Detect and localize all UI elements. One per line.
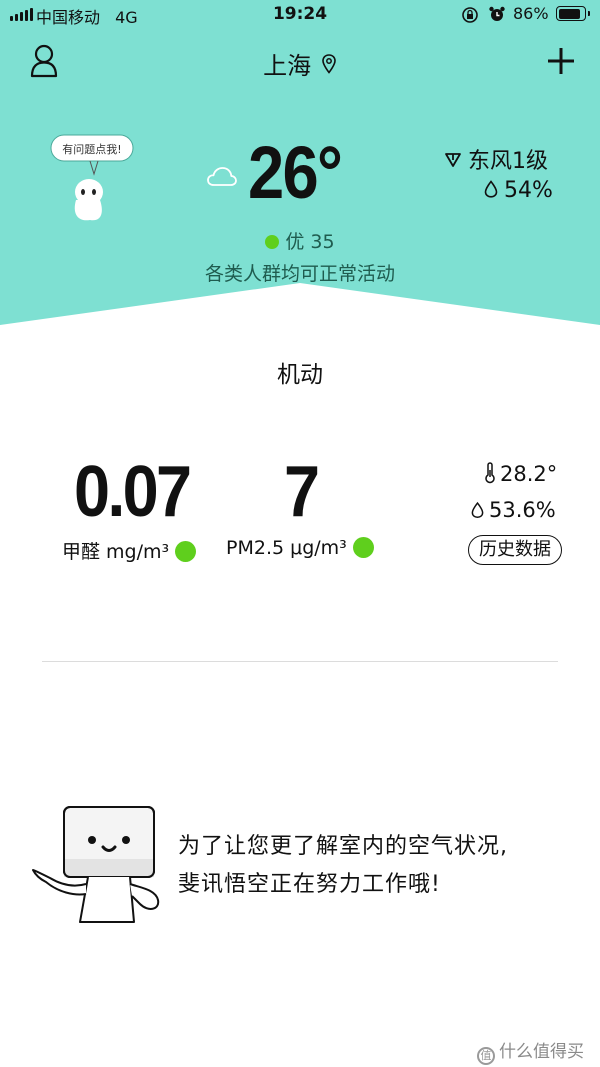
section-divider: [42, 661, 558, 662]
cloud-icon: [207, 167, 237, 186]
city-name: 上海: [263, 52, 312, 80]
indoor-temp-value: 28.2°: [500, 462, 558, 486]
wukong-robot-illustration: [32, 806, 160, 923]
watermark-badge: 值: [477, 1047, 495, 1065]
rotation-lock-icon: [462, 7, 478, 23]
aqi-status-dot: [265, 235, 280, 249]
indoor-humidity: 53.6%: [471, 498, 556, 522]
current-temperature: 26°: [248, 131, 343, 214]
pm25-reading: 7: [284, 456, 324, 528]
pm25-status-dot: [352, 537, 374, 558]
battery-cap: [588, 11, 590, 16]
pm25-label: PM2.5 μg/m³: [226, 537, 347, 559]
outdoor-humidity: 54%: [484, 178, 553, 203]
humidity-drop-icon: [471, 501, 484, 518]
battery-level: [558, 8, 580, 19]
location-pin-icon: [322, 53, 336, 74]
alarm-icon: [489, 6, 505, 21]
formaldehyde-label-row: 甲醛 mg/m³: [62, 537, 197, 564]
indoor-humidity-value: 53.6%: [489, 498, 556, 522]
formaldehyde-reading: 0.07: [74, 456, 192, 528]
message-line-2: 斐讯悟空正在努力工作哦!: [178, 872, 441, 897]
watermark-text: 什么值得买: [499, 1042, 584, 1062]
aqi-text: 优 35: [285, 231, 335, 253]
status-message: 为了让您更了解室内的空气状况, 斐讯悟空正在努力工作哦!: [178, 828, 508, 904]
battery-percentage: 86%: [513, 4, 549, 23]
health-advice: 各类人群均可正常活动: [204, 263, 395, 285]
pm25-label-row: PM2.5 μg/m³: [226, 537, 374, 559]
wind-text: 东风1级: [468, 149, 548, 174]
thermometer-icon: [485, 462, 495, 484]
status-time: 19:24: [272, 4, 328, 24]
pm25-value: 7: [284, 452, 320, 532]
battery-icon: [556, 6, 586, 21]
city-selector[interactable]: 上海: [0, 46, 600, 81]
humidity-value: 54%: [504, 178, 553, 203]
watermark: 值什么值得买: [477, 1037, 584, 1065]
indoor-temperature: 28.2°: [484, 462, 557, 486]
wind-direction-icon: [445, 153, 461, 167]
device-name: 机动: [277, 362, 323, 388]
help-mascot[interactable]: 有问题点我!: [50, 134, 140, 230]
bubble-text: 有问题点我!: [62, 143, 122, 156]
humidity-drop-icon: [484, 180, 498, 198]
plus-icon[interactable]: [548, 48, 574, 74]
formaldehyde-value: 0.07: [74, 452, 192, 532]
formaldehyde-label: 甲醛 mg/m³: [62, 541, 170, 563]
message-line-1: 为了让您更了解室内的空气状况,: [178, 834, 508, 859]
history-data-button[interactable]: 历史数据: [468, 535, 562, 565]
aqi-indicator[interactable]: 优 35: [0, 227, 600, 254]
formaldehyde-status-dot: [175, 541, 197, 562]
wind-info: 东风1级: [444, 143, 548, 175]
